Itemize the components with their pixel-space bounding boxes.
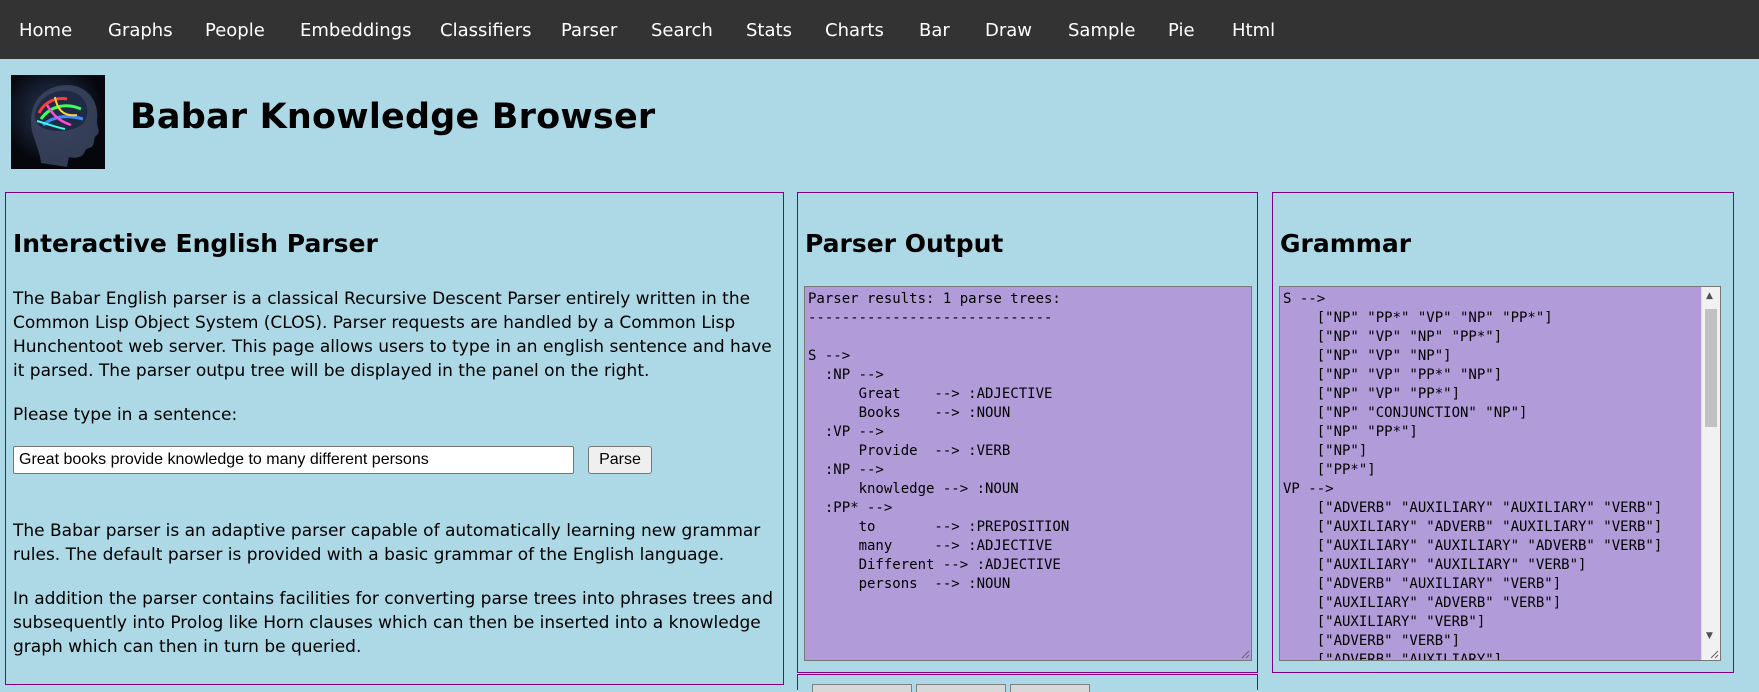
grammar-panel-heading: Grammar: [1280, 229, 1412, 258]
grammar-textarea[interactable]: S --> ["NP" "PP*" "VP" "NP" "PP*"] ["NP"…: [1279, 286, 1721, 661]
top-nav: Home Graphs People Embeddings Classifier…: [0, 0, 1759, 59]
nav-bar[interactable]: Bar: [919, 0, 950, 59]
nav-graphs[interactable]: Graphs: [108, 0, 173, 59]
page-title: Babar Knowledge Browser: [130, 97, 656, 137]
lower-control[interactable]: [916, 684, 1006, 692]
parser-intro-text: The Babar English parser is a classical …: [13, 289, 772, 381]
nav-draw[interactable]: Draw: [985, 0, 1032, 59]
nav-classifiers[interactable]: Classifiers: [440, 0, 532, 59]
output-panel: Parser Output Parser results: 1 parse tr…: [797, 192, 1258, 673]
scroll-up-arrow-icon[interactable]: ▲: [1706, 291, 1713, 301]
scroll-thumb[interactable]: [1705, 309, 1717, 427]
nav-home[interactable]: Home: [19, 0, 72, 59]
adaptive-parser-text: The Babar parser is an adaptive parser c…: [13, 521, 761, 565]
lower-control[interactable]: [812, 684, 912, 692]
nav-pie[interactable]: Pie: [1168, 0, 1195, 59]
nav-sample[interactable]: Sample: [1068, 0, 1136, 59]
nav-embeddings[interactable]: Embeddings: [300, 0, 411, 59]
nav-html[interactable]: Html: [1232, 0, 1275, 59]
nav-parser[interactable]: Parser: [561, 0, 617, 59]
resize-grip-icon[interactable]: [1709, 649, 1719, 659]
resize-grip-icon[interactable]: [1240, 649, 1250, 659]
grammar-panel: Grammar S --> ["NP" "PP*" "VP" "NP" "PP*…: [1272, 192, 1734, 673]
lower-control[interactable]: [1010, 684, 1090, 692]
horn-clause-text: In addition the parser contains faciliti…: [13, 589, 773, 657]
parser-output-textarea[interactable]: Parser results: 1 parse trees: ---------…: [804, 286, 1252, 661]
grammar-text: S --> ["NP" "PP*" "VP" "NP" "PP*"] ["NP"…: [1283, 291, 1663, 661]
parser-panel: Interactive English Parser The Babar Eng…: [5, 192, 784, 685]
nav-charts[interactable]: Charts: [825, 0, 884, 59]
parser-panel-heading: Interactive English Parser: [13, 229, 378, 258]
sentence-input[interactable]: [13, 446, 574, 474]
parser-output-text: Parser results: 1 parse trees: ---------…: [808, 291, 1070, 592]
output-panel-lower: [797, 674, 1258, 692]
output-panel-heading: Parser Output: [805, 229, 1004, 258]
nav-stats[interactable]: Stats: [746, 0, 792, 59]
nav-search[interactable]: Search: [651, 0, 713, 59]
grammar-scrollbar[interactable]: ▲ ▼: [1701, 287, 1720, 660]
brain-scan-logo: [11, 75, 105, 169]
nav-people[interactable]: People: [205, 0, 265, 59]
scroll-down-arrow-icon[interactable]: ▼: [1706, 631, 1713, 641]
parse-button[interactable]: Parse: [588, 446, 652, 474]
sentence-prompt: Please type in a sentence:: [13, 405, 238, 425]
